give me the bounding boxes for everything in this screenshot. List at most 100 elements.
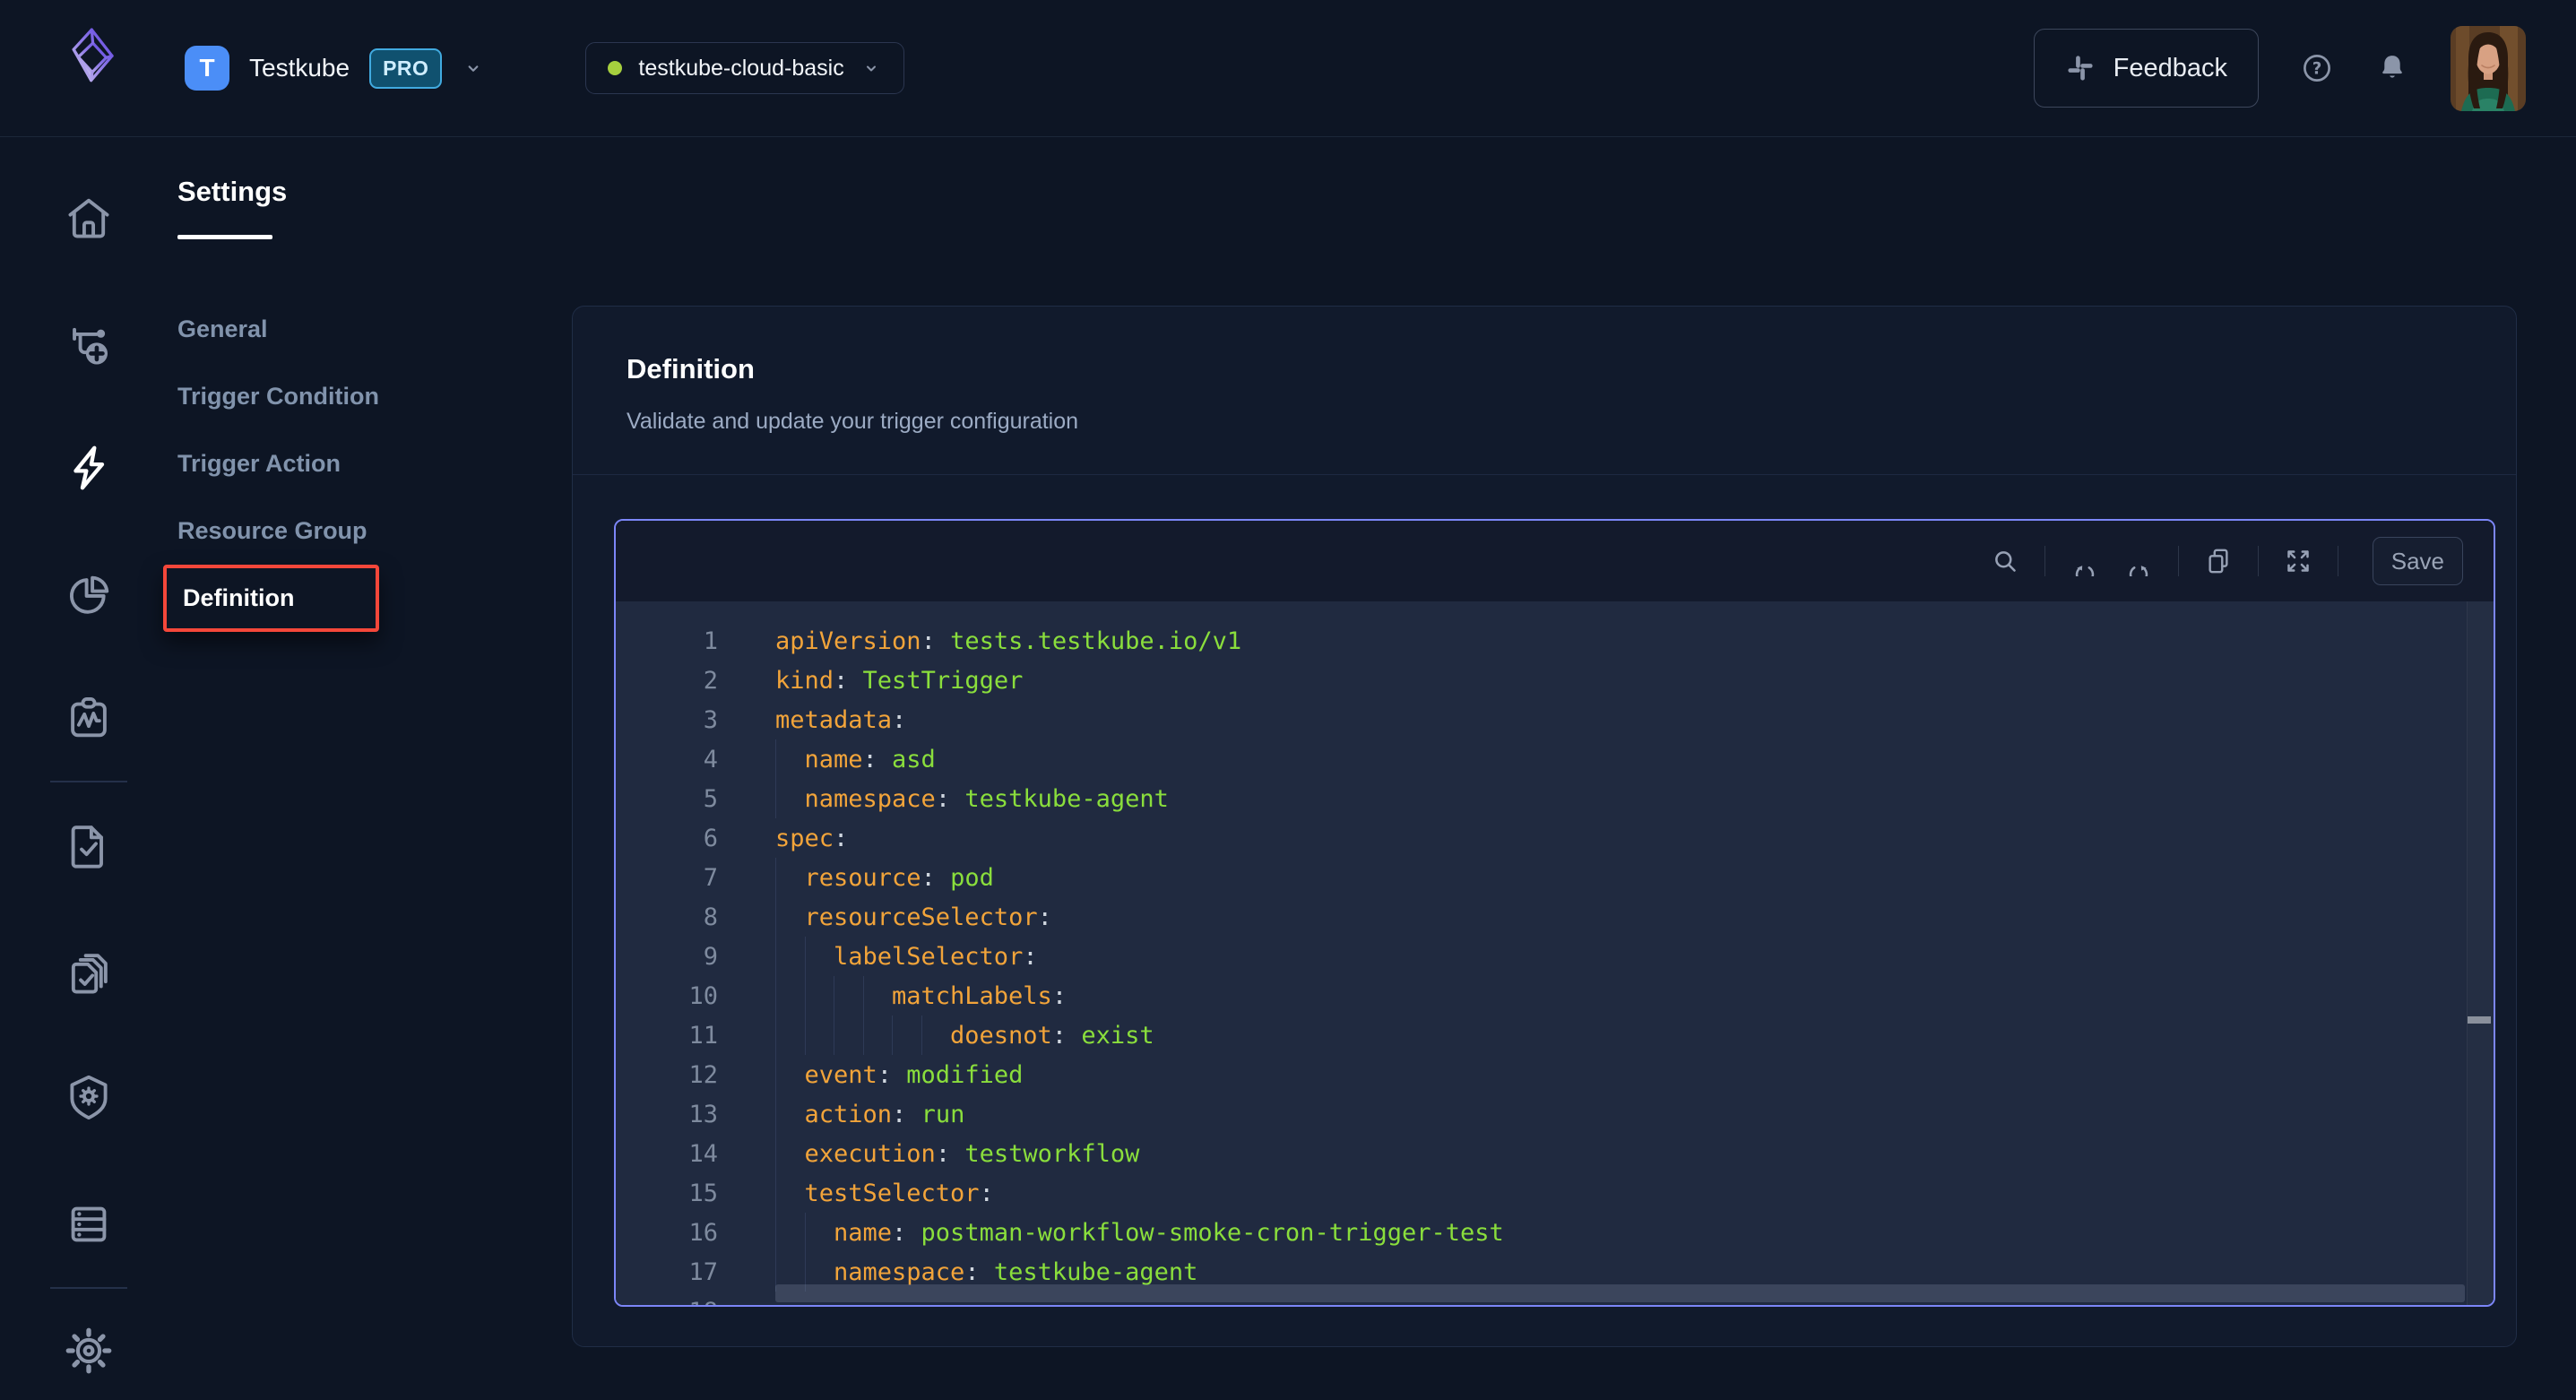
line-number: 11 (616, 1022, 718, 1050)
line-number: 17 (616, 1258, 718, 1286)
code-line-5[interactable]: 5namespace: testkube-agent (616, 779, 2494, 818)
sidebar-item-tests[interactable] (63, 820, 115, 872)
panel-divider (573, 474, 2516, 475)
code-line-4[interactable]: 4name: asd (616, 739, 2494, 779)
toolbar-separator (2178, 546, 2179, 576)
expand-icon[interactable] (2283, 546, 2313, 576)
code-line-12[interactable]: 12event: modified (616, 1055, 2494, 1094)
create-trigger-icon (63, 319, 115, 371)
indent-guide (805, 976, 834, 1015)
line-number: 18 (616, 1298, 718, 1306)
code-line-7[interactable]: 7 resource: pod (616, 858, 2494, 897)
sidebar-item-sources[interactable] (63, 1198, 115, 1250)
feedback-button[interactable]: Feedback (2034, 29, 2259, 108)
code-line-6[interactable]: 6spec: (616, 818, 2494, 858)
testkube-logo-icon[interactable] (56, 22, 125, 115)
sidebar-item-test-suites[interactable] (63, 946, 115, 998)
line-number: 13 (616, 1101, 718, 1128)
code-line-15[interactable]: 15 testSelector: (616, 1173, 2494, 1213)
indent-guide (805, 937, 834, 976)
line-number: 2 (616, 667, 718, 695)
code-line-3[interactable]: 3metadata: (616, 700, 2494, 739)
code-line-10[interactable]: 10matchLabels: (616, 976, 2494, 1015)
line-number: 1 (616, 627, 718, 655)
editor-code-area[interactable]: 1 apiVersion: tests.testkube.io/v12kind: … (616, 601, 2494, 1305)
line-number: 14 (616, 1140, 718, 1168)
code-text: doesnot: exist (775, 1015, 1154, 1055)
indent-guide (775, 937, 805, 976)
sidebar-item-monitoring[interactable] (63, 692, 115, 744)
indent-guide (834, 1015, 863, 1055)
settings-nav-item-resource-group[interactable]: Resource Group (177, 497, 379, 565)
indent-guide (775, 779, 805, 818)
line-number: 12 (616, 1061, 718, 1089)
settings-nav-item-trigger-condition[interactable]: Trigger Condition (177, 363, 379, 430)
line-number: 9 (616, 943, 718, 971)
indent-guide (775, 1134, 805, 1173)
page-title: Settings (177, 176, 287, 208)
code-text: resource: pod (775, 858, 994, 897)
shield-gear-icon (63, 1071, 115, 1123)
code-line-1[interactable]: 1 apiVersion: tests.testkube.io/v1 (616, 621, 2494, 661)
redo-icon[interactable] (2123, 546, 2154, 576)
org-switcher[interactable]: T Testkube PRO (185, 46, 485, 91)
sidebar-item-webhooks[interactable] (63, 1071, 115, 1123)
settings-nav-item-definition[interactable]: Definition (183, 568, 294, 628)
sidebar-item-settings[interactable] (63, 1325, 115, 1377)
lightning-icon (63, 442, 115, 494)
search-icon[interactable] (1990, 546, 2020, 576)
sidebar-item-create-trigger[interactable] (63, 319, 115, 371)
top-bar-actions: Feedback ? (2034, 26, 2526, 111)
sidebar-item-triggers[interactable] (63, 442, 115, 494)
indent-guide (805, 1015, 834, 1055)
sidebar-item-dashboard[interactable] (63, 568, 115, 620)
code-line-14[interactable]: 14execution: testworkflow (616, 1134, 2494, 1173)
code-text: action: run (775, 1094, 964, 1134)
line-number: 8 (616, 903, 718, 931)
notifications-bell-icon[interactable] (2375, 51, 2409, 85)
code-line-13[interactable]: 13 action: run (616, 1094, 2494, 1134)
save-button[interactable]: Save (2373, 537, 2463, 585)
code-text: testSelector: (775, 1173, 994, 1213)
indent-guide (921, 1015, 951, 1055)
sidebar-divider (50, 1287, 127, 1289)
settings-nav-item-general[interactable]: General (177, 296, 379, 363)
user-avatar[interactable] (2451, 26, 2526, 111)
indent-guide (775, 897, 805, 937)
code-line-9[interactable]: 9 labelSelector: (616, 937, 2494, 976)
code-line-2[interactable]: 2kind: TestTrigger (616, 661, 2494, 700)
code-text: labelSelector: (775, 937, 1038, 976)
editor-vertical-scrollbar[interactable] (2467, 601, 2494, 1305)
indent-guide (775, 976, 805, 1015)
annotation-highlight-box: Definition (163, 565, 379, 632)
indent-guide (805, 1213, 834, 1252)
indent-guide (775, 1015, 805, 1055)
copy-icon[interactable] (2203, 546, 2234, 576)
editor-horizontal-scrollbar[interactable] (775, 1284, 2465, 1302)
sidebar-item-home[interactable] (63, 193, 115, 245)
line-number: 15 (616, 1180, 718, 1207)
line-number: 16 (616, 1219, 718, 1247)
code-text: spec: (775, 818, 848, 858)
org-name: Testkube (249, 54, 350, 82)
indent-guide (775, 739, 805, 779)
settings-tab[interactable]: Settings (177, 176, 287, 239)
help-icon[interactable]: ? (2300, 51, 2334, 85)
indent-guide (834, 976, 863, 1015)
line-number: 7 (616, 864, 718, 892)
code-line-16[interactable]: 16name: postman-workflow-smoke-cron-trig… (616, 1213, 2494, 1252)
server-icon (63, 1198, 115, 1250)
yaml-editor: Save 1 apiVersion: tests.testkube.io/v12k… (614, 519, 2495, 1307)
code-text: apiVersion: tests.testkube.io/v1 (775, 621, 1241, 661)
indent-guide (892, 1015, 921, 1055)
undo-icon[interactable] (2070, 546, 2100, 576)
org-avatar: T (185, 46, 229, 91)
feedback-label: Feedback (2114, 54, 2227, 83)
environment-selector[interactable]: testkube-cloud-basic (585, 42, 903, 94)
code-text: name: asd (775, 739, 936, 779)
top-bar: T Testkube PRO testkube-cloud-basic (0, 0, 2576, 137)
code-line-8[interactable]: 8resourceSelector: (616, 897, 2494, 937)
settings-nav-item-trigger-action[interactable]: Trigger Action (177, 430, 379, 497)
active-tab-underline (177, 235, 272, 239)
code-line-11[interactable]: 11 doesnot: exist (616, 1015, 2494, 1055)
